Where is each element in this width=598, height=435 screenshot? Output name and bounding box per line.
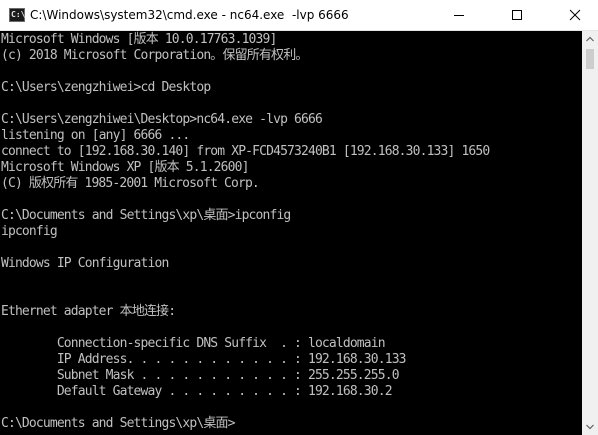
window-title: C:\Windows\system32\cmd.exe - nc64.exe -…: [30, 8, 349, 22]
console-line: Default Gateway . . . . . . . . . : 192.…: [1, 384, 393, 399]
close-button[interactable]: [552, 0, 598, 30]
console-line: IP Address. . . . . . . . . . . . : 192.…: [1, 352, 407, 367]
console-output[interactable]: Microsoft Windows [版本 10.0.17763.1039] (c…: [0, 31, 582, 435]
console-line: Windows IP Configuration: [1, 256, 169, 271]
console-line: connect to [192.168.30.140] from XP-FCD4…: [1, 144, 490, 159]
scroll-up-button[interactable]: [582, 31, 598, 47]
console-line: (C) 版权所有 1985-2001 Microsoft Corp.: [1, 176, 260, 191]
scroll-up-arrow-icon: [586, 36, 594, 42]
maximize-icon: [512, 10, 522, 20]
console-line: C:\Users\zengzhiwei\Desktop>nc64.exe -lv…: [1, 112, 323, 127]
scroll-down-button[interactable]: [582, 419, 598, 435]
minimize-icon: [454, 15, 464, 16]
console-line: C:\Documents and Settings\xp\桌面>ipconfig: [1, 208, 291, 223]
console-line: Microsoft Windows XP [版本 5.1.2600]: [1, 160, 249, 175]
cmd-icon-label: C:\: [11, 10, 26, 19]
vertical-scrollbar[interactable]: [582, 31, 598, 435]
scroll-down-arrow-icon: [586, 424, 594, 430]
console-line: Microsoft Windows [版本 10.0.17763.1039]: [1, 32, 277, 47]
console-line: Subnet Mask . . . . . . . . . . . : 255.…: [1, 368, 400, 383]
console-line: ipconfig: [1, 224, 58, 239]
minimize-button[interactable]: [436, 0, 482, 30]
title-bar[interactable]: C:\ C:\Windows\system32\cmd.exe - nc64.e…: [0, 0, 598, 31]
console-line: C:\Users\zengzhiwei>cd Desktop: [1, 80, 211, 95]
close-icon: [569, 9, 581, 21]
maximize-button[interactable]: [494, 0, 540, 30]
cmd-window: C:\ C:\Windows\system32\cmd.exe - nc64.e…: [0, 0, 598, 435]
console-line: Ethernet adapter 本地连接:: [1, 304, 176, 319]
console-line: Connection-specific DNS Suffix . : local…: [1, 336, 386, 351]
console-line: listening on [any] 6666 ...: [1, 128, 190, 143]
cmd-icon[interactable]: C:\: [9, 8, 25, 22]
console-line: C:\Documents and Settings\xp\桌面>: [1, 416, 235, 431]
scrollbar-thumb[interactable]: [586, 49, 594, 69]
console-line: (c) 2018 Microsoft Corporation。保留所有权利。: [1, 48, 308, 63]
